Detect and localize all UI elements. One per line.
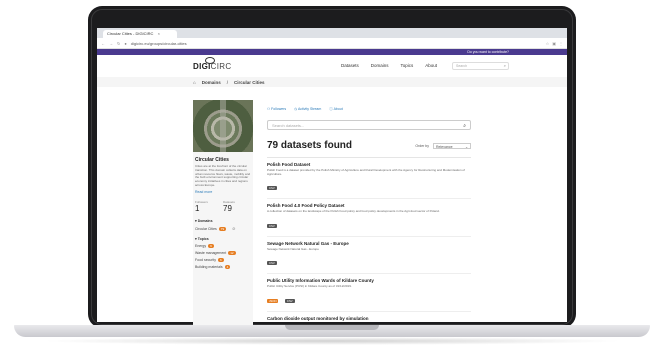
dataset-title[interactable]: Polish Food Dataset — [267, 162, 471, 167]
site-search-placeholder: Search — [456, 64, 468, 68]
dataset-description: Public Utility Service (PUSI) in Kildare… — [267, 284, 352, 289]
dataset-search-input[interactable]: Search datasets... ⌕ — [267, 120, 471, 130]
order-by-label: Order by — [415, 143, 429, 148]
domain-title: Circular Cities — [195, 157, 229, 163]
chevron-down-icon: ⌄ — [465, 144, 468, 149]
order-by-select[interactable]: Relevance ⌄ — [433, 142, 471, 149]
dataset-search-placeholder: Search datasets... — [272, 123, 305, 128]
facet-label: Energy — [195, 244, 207, 248]
contribute-link[interactable]: Do you want to contribute? — [467, 50, 509, 54]
facet-count: 9 — [208, 244, 214, 248]
dataset-list-area: ⚇ Followers ◷ Activity Stream ⓘ About Se… — [267, 100, 471, 326]
about-link[interactable]: ⓘ About — [329, 107, 342, 112]
tab-title: Circular Cities - DIGICIRC — [107, 31, 154, 36]
facet-label: Circular Cities — [195, 226, 217, 231]
laptop-notch — [285, 325, 379, 330]
dataset-item[interactable]: Carbon dioxide output monitored by simul… — [267, 312, 471, 325]
tab-bar: Circular Cities - DIGICIRC × — [97, 28, 567, 38]
stat-value: 1 — [195, 204, 200, 213]
breadcrumb-separator: / — [226, 79, 228, 85]
dataset-title[interactable]: Sewage Network Natural Gas - Europe — [267, 241, 471, 246]
search-icon[interactable]: ⌕ — [463, 121, 466, 131]
order-by-value: Relevance — [436, 144, 453, 149]
nav-datasets[interactable]: Datasets — [341, 63, 359, 68]
dataset-item[interactable]: Polish Food 4.0 Food Policy Dataset A co… — [267, 199, 471, 237]
dataset-title[interactable]: Carbon dioxide output monitored by simul… — [267, 316, 471, 321]
domain-description: Cities are at the forefront of the circu… — [195, 165, 251, 187]
breadcrumb-domains[interactable]: Domains — [202, 80, 221, 85]
dataset-title[interactable]: Polish Food 4.0 Food Policy Dataset — [267, 203, 471, 208]
dataset-description: Sewage Network Natural Gas - Europe — [267, 246, 319, 251]
dataset-item[interactable]: Sewage Network Natural Gas - Europe Sewa… — [267, 237, 471, 275]
extension-icon[interactable]: ▣ — [552, 41, 556, 46]
facet-count: 6 — [218, 258, 224, 262]
logo-light: CIRC — [210, 61, 232, 71]
topics-facet-heading: ▾ Topics — [195, 237, 209, 241]
format-tag[interactable]: CSV — [284, 298, 295, 303]
url-field[interactable]: digicirc.eu/groups/circular-cities — [131, 41, 543, 46]
facet-label: Waste management — [195, 251, 227, 255]
star-icon[interactable]: ☆ — [546, 41, 550, 46]
domain-image — [193, 100, 253, 152]
format-tag[interactable]: JSON — [267, 298, 279, 303]
breadcrumb-current[interactable]: Circular Cities — [234, 80, 265, 85]
results-count: 79 datasets found — [267, 140, 353, 151]
page-content: Circular Cities Cities are at the forefr… — [193, 100, 471, 326]
main-nav: Datasets Domains Topics About — [341, 63, 437, 68]
back-icon[interactable]: ← — [101, 41, 105, 46]
domains-facet-heading: ▾ Domains — [195, 219, 213, 223]
stat-followers: Followers 1 — [195, 200, 223, 213]
address-bar: ← → ↻ ● digicirc.eu/groups/circular-citi… — [97, 38, 567, 49]
stat-datasets: Datasets 79 — [223, 200, 251, 213]
nav-topics[interactable]: Topics — [401, 63, 414, 68]
facet-item[interactable]: Circular Cities 79 ⊘ — [195, 226, 251, 231]
site-search-input[interactable]: Search ⌕ — [452, 62, 509, 70]
facet-count: 79 — [218, 226, 227, 231]
site-header: DIGICIRC Datasets Domains Topics About S… — [97, 55, 567, 77]
facet-label: Food security — [195, 258, 217, 262]
facet-item[interactable]: Building materials 4 — [195, 265, 251, 269]
lock-icon: ● — [124, 40, 127, 46]
facet-item[interactable]: Food security 6 — [195, 258, 251, 262]
laptop-shadow — [40, 337, 624, 345]
facet-count: 12 — [228, 251, 236, 255]
browser-tab[interactable]: Circular Cities - DIGICIRC × — [103, 30, 177, 38]
format-tag[interactable]: CSV — [267, 261, 277, 266]
nav-about[interactable]: About — [425, 63, 437, 68]
forward-icon[interactable]: → — [109, 41, 113, 46]
facet-item[interactable]: Energy 9 — [195, 244, 251, 248]
dataset-item[interactable]: Polish Food Dataset Polish Food is a dat… — [267, 158, 471, 200]
results-header: 79 datasets found Order by Relevance ⌄ — [267, 140, 471, 151]
dataset-item[interactable]: Public Utility Information Wards of Kild… — [267, 274, 471, 312]
logo-mark-icon — [205, 57, 215, 64]
sidebar: Circular Cities Cities are at the forefr… — [193, 100, 253, 326]
read-more-link[interactable]: Read more — [195, 190, 251, 194]
remove-filter-icon[interactable]: ⊘ — [232, 226, 235, 231]
facet-item[interactable]: Waste management 12 — [195, 251, 251, 255]
dataset-description: Polish Food is a dataset provided by the… — [267, 168, 465, 176]
facet-label: Building materials — [195, 265, 223, 269]
breadcrumb: ⌂ Domains / Circular Cities — [97, 77, 567, 87]
domain-actions: ⚇ Followers ◷ Activity Stream ⓘ About — [267, 107, 471, 112]
followers-link[interactable]: ⚇ Followers — [267, 107, 286, 112]
dataset-description: A collection of datasets on the landscap… — [267, 209, 440, 214]
search-icon[interactable]: ⌕ — [504, 63, 506, 69]
home-icon[interactable]: ⌂ — [193, 80, 196, 85]
dataset-title[interactable]: Public Utility Information Wards of Kild… — [267, 278, 471, 283]
close-icon[interactable]: × — [158, 31, 160, 36]
nav-domains[interactable]: Domains — [371, 63, 389, 68]
menu-icon[interactable]: ⋮ — [559, 41, 563, 46]
stat-value: 79 — [223, 204, 232, 213]
facet-count: 4 — [224, 265, 231, 269]
activity-stream-link[interactable]: ◷ Activity Stream — [294, 107, 321, 112]
domain-stats: Followers 1 Datasets 79 — [195, 200, 251, 213]
reload-icon[interactable]: ↻ — [117, 41, 120, 46]
format-tag[interactable]: CSV — [267, 186, 277, 191]
format-tag[interactable]: CSV — [267, 223, 277, 228]
